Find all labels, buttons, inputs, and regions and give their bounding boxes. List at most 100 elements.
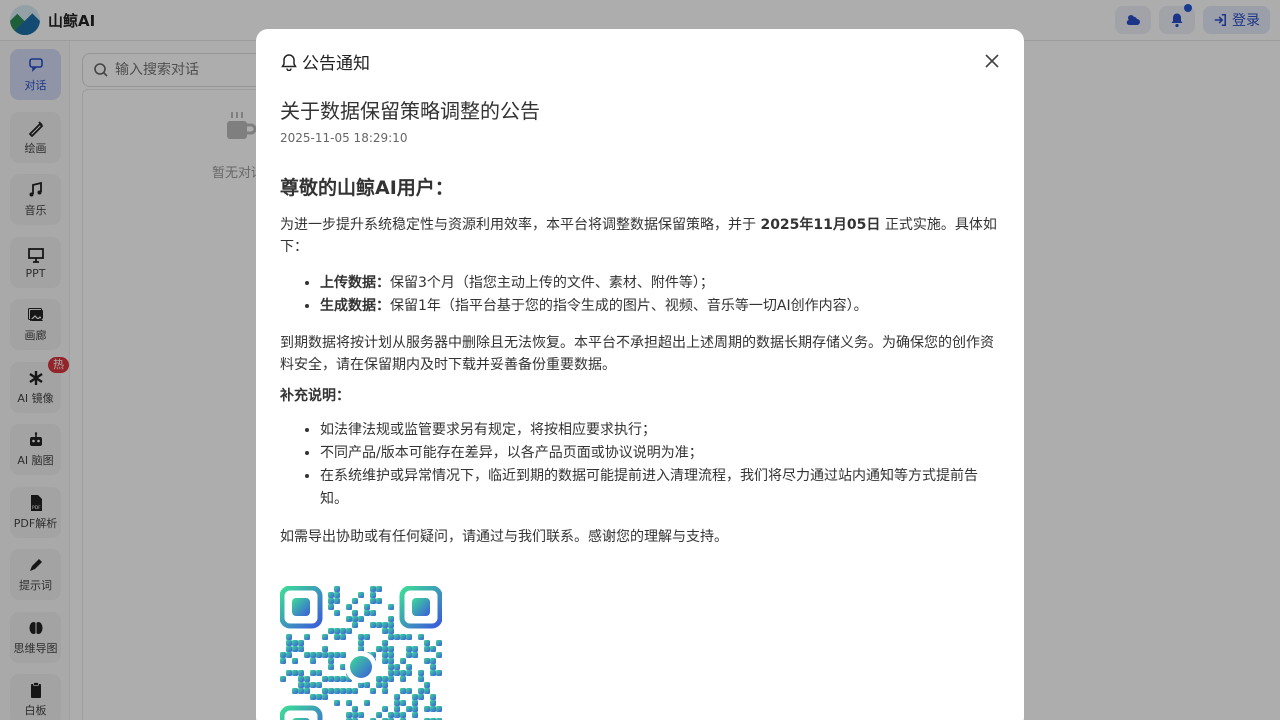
qr-module <box>400 700 406 706</box>
qr-module <box>322 646 328 652</box>
supplement-list: 如法律法规或监管要求另有规定，将按相应要求执行； 不同产品/版本可能存在差异，以… <box>280 419 1002 511</box>
qr-module <box>352 622 358 628</box>
qr-module <box>304 688 310 694</box>
list-item: 生成数据：保留1年（指平台基于您的指令生成的图片、视频、音乐等一切AI创作内容）… <box>320 295 1002 318</box>
qr-module <box>376 622 382 628</box>
qr-module <box>334 676 340 682</box>
list-item: 在系统维护或异常情况下，临近到期的数据可能提前进入清理流程，我们将尽力通过站内通… <box>320 465 1002 511</box>
qr-module <box>310 658 316 664</box>
supplement-heading: 补充说明： <box>280 388 350 404</box>
qr-module <box>436 706 442 712</box>
qr-module <box>292 670 298 676</box>
qr-module <box>430 670 436 676</box>
qr-module <box>298 646 304 652</box>
qr-module <box>292 646 298 652</box>
qr-module <box>406 646 412 652</box>
qr-module <box>346 700 352 706</box>
qr-module <box>382 628 388 634</box>
qr-module <box>286 652 292 658</box>
qr-module <box>430 706 436 712</box>
qr-module <box>304 652 310 658</box>
qr-module <box>394 700 400 706</box>
list-item: 上传数据：保留3个月（指您主动上传的文件、素材、附件等）； <box>320 272 1002 295</box>
qr-module <box>352 598 358 604</box>
qr-module <box>316 694 322 700</box>
qr-module <box>340 676 346 682</box>
qr-module <box>328 598 334 604</box>
qr-module <box>388 652 394 658</box>
qr-module <box>370 622 376 628</box>
qr-module <box>436 640 442 646</box>
list-item: 不同产品/版本可能存在差异，以各产品页面或协议说明为准； <box>320 442 1002 465</box>
qr-module <box>436 652 442 658</box>
qr-module <box>400 688 406 694</box>
qr-module <box>430 658 436 664</box>
modal-body: 关于数据保留策略调整的公告 2025-11-05 18:29:10 尊敬的山鲸A… <box>279 97 1002 720</box>
qr-module <box>298 640 304 646</box>
qr-module <box>376 676 382 682</box>
qr-module <box>292 688 298 694</box>
qr-module <box>406 688 412 694</box>
qr-module <box>376 586 382 592</box>
qr-module <box>352 610 358 616</box>
qr-module <box>424 688 430 694</box>
qr-module <box>340 634 346 640</box>
qr-module <box>304 676 310 682</box>
qr-module <box>334 598 340 604</box>
bell-icon <box>281 53 297 71</box>
close-button[interactable] <box>982 51 1002 71</box>
qr-module <box>334 634 340 640</box>
qr-module <box>388 676 394 682</box>
list-item: 如法律法规或监管要求另有规定，将按相应要求执行； <box>320 419 1002 442</box>
qr-module <box>364 634 370 640</box>
qr-module <box>418 634 424 640</box>
qr-module <box>394 634 400 640</box>
qr-module <box>304 634 310 640</box>
qr-module <box>370 592 376 598</box>
qr-module <box>382 640 388 646</box>
qr-module <box>310 694 316 700</box>
qr-module <box>382 652 388 658</box>
qr-module <box>316 670 322 676</box>
modal-header: 公告通知 <box>280 49 370 74</box>
qr-module <box>334 586 340 592</box>
qr-module <box>388 658 394 664</box>
qr-center-mark <box>350 656 372 678</box>
qr-module <box>358 640 364 646</box>
qr-module <box>388 634 394 640</box>
qr-module <box>424 640 430 646</box>
qr-module <box>340 652 346 658</box>
qr-module <box>304 682 310 688</box>
qr-module <box>322 676 328 682</box>
qr-module <box>286 634 292 640</box>
qr-module <box>394 694 400 700</box>
qr-module <box>376 598 382 604</box>
qr-module <box>388 628 394 634</box>
notice-title: 关于数据保留策略调整的公告 <box>280 99 540 123</box>
qr-module <box>400 658 406 664</box>
qr-module <box>388 712 394 718</box>
qr-module <box>412 694 418 700</box>
qr-module <box>424 646 430 652</box>
qr-module <box>394 670 400 676</box>
qr-module <box>418 688 424 694</box>
qr-module <box>316 652 322 658</box>
qr-module <box>400 634 406 640</box>
qr-module <box>328 604 334 610</box>
qr-module <box>322 694 328 700</box>
qr-module <box>406 670 412 676</box>
closing-paragraph: 如需导出协助或有任何疑问，请通过与我们联系。感谢您的理解与支持。 <box>280 529 728 545</box>
qr-module <box>310 670 316 676</box>
notice-timestamp: 2025-11-05 18:29:10 <box>280 131 408 145</box>
qr-module <box>280 658 286 664</box>
qr-module <box>424 706 430 712</box>
qr-module <box>388 670 394 676</box>
qr-module <box>334 592 340 598</box>
qr-module <box>382 688 388 694</box>
qr-module <box>376 646 382 652</box>
qr-module <box>406 652 412 658</box>
qr-module <box>424 682 430 688</box>
qr-module <box>430 664 436 670</box>
qr-module <box>280 652 286 658</box>
qr-module <box>334 700 340 706</box>
